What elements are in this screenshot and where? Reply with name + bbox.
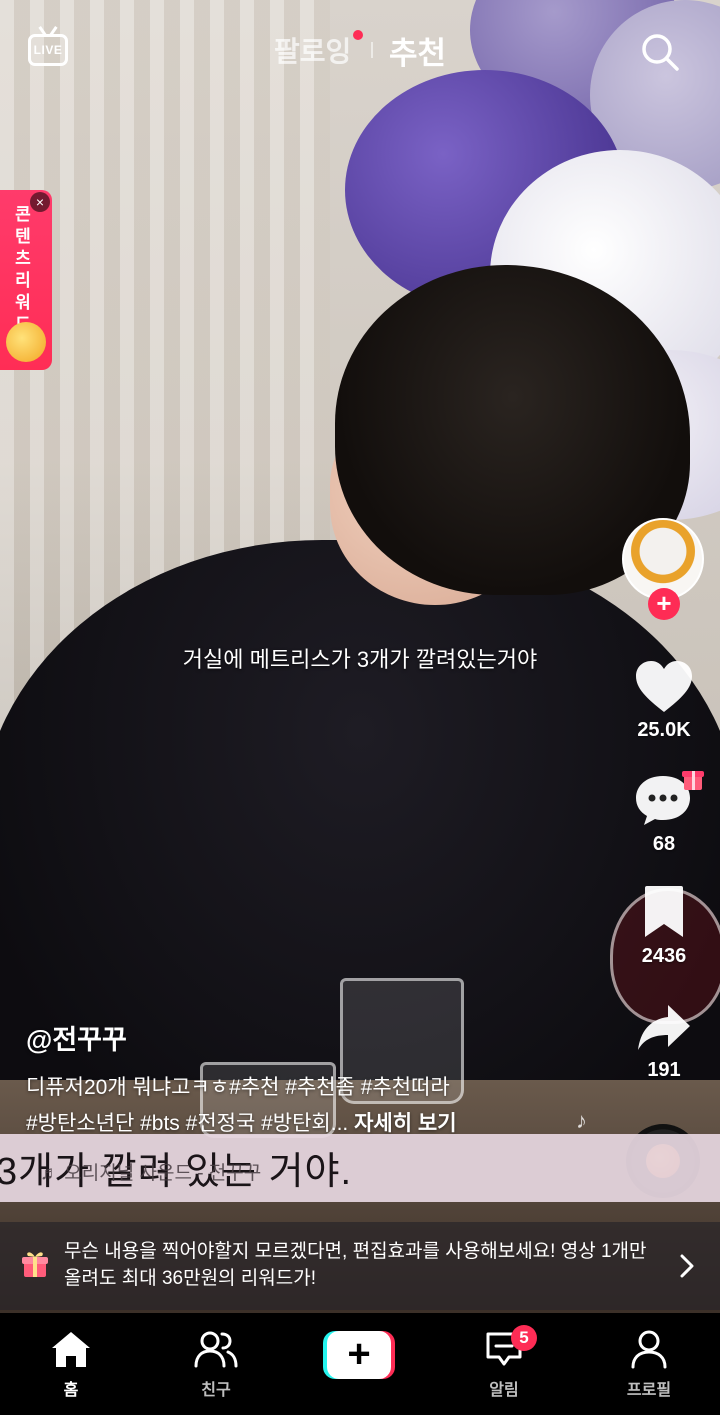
nav-inbox-label: 알림 bbox=[489, 1382, 519, 1399]
nav-friends[interactable]: 친구 bbox=[166, 1329, 266, 1400]
comment-count: 68 bbox=[652, 833, 676, 855]
comment-icon bbox=[636, 771, 704, 825]
close-icon[interactable]: × bbox=[30, 192, 50, 212]
video-subtitle: 거실에 메트리스가 3개가 깔려있는거야 bbox=[182, 647, 538, 672]
profile-icon bbox=[631, 1330, 667, 1369]
post-caption[interactable]: 디퓨저20개 뭐냐고ㅋㅎ#추천 #추천좀 #추천떠라 #방탄소년단 #bts #… bbox=[26, 1070, 586, 1142]
gift-icon bbox=[22, 1252, 48, 1277]
share-count: 191 bbox=[647, 1059, 681, 1081]
nav-home[interactable]: 홈 bbox=[21, 1329, 121, 1400]
nav-profile-label: 프로필 bbox=[626, 1382, 672, 1399]
promo-text: 무슨 내용을 찍어야할지 모르겠다면, 편집효과를 사용해보세요! 영상 1개만… bbox=[64, 1241, 647, 1289]
nav-profile[interactable]: 프로필 bbox=[599, 1329, 699, 1400]
promo-banner[interactable]: 무슨 내용을 찍어야할지 모르겠다면, 편집효과를 사용해보세요! 영상 1개만… bbox=[0, 1222, 720, 1310]
friends-icon bbox=[194, 1331, 238, 1368]
nav-inbox[interactable]: 5 알림 bbox=[454, 1325, 554, 1400]
bookmark-icon bbox=[645, 886, 683, 937]
bottom-navigation: 홈 친구 + 5 알림 프로필 bbox=[0, 1313, 720, 1415]
create-button[interactable]: + bbox=[323, 1331, 395, 1379]
coin-icon bbox=[6, 322, 46, 362]
share-button[interactable]: 191 bbox=[622, 1002, 706, 1082]
tab-recommended[interactable]: 추천 bbox=[389, 28, 446, 73]
reward-banner-text: 콘텐츠리워드 bbox=[15, 205, 31, 334]
inbox-badge: 5 bbox=[511, 1325, 537, 1351]
nav-home-label: 홈 bbox=[63, 1382, 79, 1399]
save-count: 2436 bbox=[641, 945, 687, 967]
comment-button[interactable]: 68 bbox=[622, 770, 706, 856]
nav-friends-label: 친구 bbox=[201, 1382, 231, 1399]
chevron-right-icon[interactable] bbox=[676, 1252, 698, 1280]
save-button[interactable]: 2436 bbox=[622, 884, 706, 968]
like-button[interactable]: 25.0K bbox=[622, 660, 706, 742]
like-count: 25.0K bbox=[637, 719, 691, 741]
share-arrow-icon bbox=[638, 1005, 690, 1050]
feed-tabs: 팔로잉 추천 bbox=[0, 28, 720, 72]
heart-icon bbox=[636, 661, 692, 712]
tab-following[interactable]: 팔로잉 bbox=[274, 30, 351, 70]
caption-hashtags: #방탄소년단 #bts #전정국 #방탄회... bbox=[26, 1112, 349, 1135]
plus-icon: + bbox=[327, 1331, 391, 1379]
see-more-link[interactable]: 자세히 보기 bbox=[354, 1112, 456, 1135]
sound-label[interactable]: ♬ 오리지널 사운드 - 전꾸꾸 bbox=[40, 1158, 261, 1185]
follow-button[interactable]: + bbox=[648, 588, 680, 620]
home-icon bbox=[52, 1332, 90, 1367]
notification-dot bbox=[353, 30, 363, 40]
caption-line-1: 디퓨저20개 뭐냐고ㅋㅎ#추천 #추천좀 #추천떠라 bbox=[26, 1076, 450, 1099]
search-icon[interactable] bbox=[640, 32, 680, 72]
tab-divider bbox=[371, 42, 373, 58]
creator-username[interactable]: @전꾸꾸 bbox=[26, 1018, 127, 1057]
